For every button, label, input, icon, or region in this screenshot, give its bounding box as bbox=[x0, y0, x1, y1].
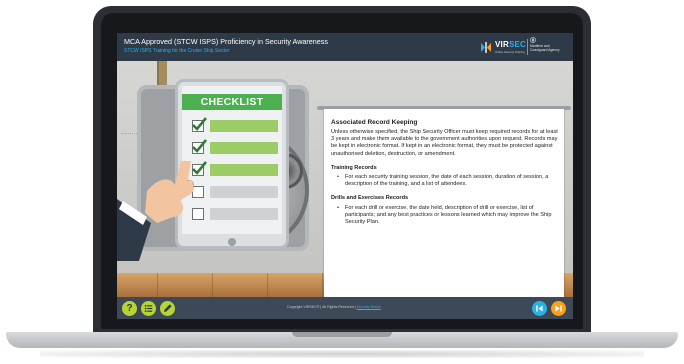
virsec-wordmark: VIRSEC bbox=[495, 40, 526, 49]
checkmark-icon bbox=[192, 139, 208, 153]
course-title: MCA Approved (STCW ISPS) Proficiency in … bbox=[124, 37, 328, 46]
floor-plank bbox=[212, 273, 213, 297]
next-slide-button[interactable] bbox=[551, 301, 566, 316]
security-notice-link[interactable]: Security Notice bbox=[357, 305, 381, 309]
course-screen: MCA Approved (STCW ISPS) Proficiency in … bbox=[117, 33, 573, 319]
virsec-mark-icon bbox=[481, 42, 491, 53]
checklist-item-bar bbox=[210, 186, 278, 198]
checklist-title: CHECKLIST bbox=[200, 96, 264, 108]
training-records-bullet: For each security training session, the … bbox=[331, 174, 559, 188]
course-subtitle: STCW ISPS Training for the Cruise Ship S… bbox=[124, 48, 230, 54]
board-content: Associated Record Keeping Unless otherwi… bbox=[331, 119, 559, 226]
virsec-tagline: Online Security Training bbox=[495, 50, 525, 54]
floor-plank bbox=[157, 273, 158, 297]
floor-plank bbox=[267, 273, 268, 297]
laptop-notch bbox=[292, 332, 392, 337]
hand-holding-tablet-icon bbox=[117, 161, 195, 261]
drills-records-bullet: For each drill or exercise, the date hel… bbox=[331, 205, 559, 227]
mca-agency-name: Maritime and Coastguard Agency bbox=[530, 44, 560, 53]
header-divider bbox=[527, 39, 528, 55]
menu-button[interactable] bbox=[141, 301, 156, 316]
list-menu-icon bbox=[144, 304, 153, 313]
checkmark-icon bbox=[192, 117, 208, 131]
pencil-icon bbox=[164, 304, 172, 312]
checklist-item-bar bbox=[210, 142, 278, 154]
checklist-item-bar bbox=[210, 164, 278, 176]
slide-stage: CHECKLIST Associated Record Keeping Unle… bbox=[117, 61, 573, 319]
floor-plank bbox=[322, 273, 323, 297]
tablet-home-button bbox=[228, 238, 236, 246]
skip-forward-icon bbox=[555, 305, 562, 312]
checklist-item-bar bbox=[210, 208, 278, 220]
ceiling-pipe bbox=[157, 61, 167, 87]
skip-back-icon bbox=[536, 305, 543, 312]
laptop-shadow bbox=[40, 350, 644, 358]
help-button[interactable]: ? bbox=[122, 301, 137, 316]
mca-crest-icon bbox=[530, 37, 536, 43]
course-header: MCA Approved (STCW ISPS) Proficiency in … bbox=[117, 33, 573, 61]
board-heading: Associated Record Keeping bbox=[331, 119, 418, 126]
course-footer: ? Copyright VIRSEC® | All Rights Reserve… bbox=[117, 297, 573, 319]
previous-slide-button[interactable] bbox=[532, 301, 547, 316]
notes-button[interactable] bbox=[160, 301, 175, 316]
copyright-text: Copyright VIRSEC® | All Rights Reserved … bbox=[287, 305, 381, 309]
virsec-logo: VIRSEC Online Security Training bbox=[479, 39, 526, 56]
training-records-heading: Training Records bbox=[331, 164, 377, 171]
drills-records-heading: Drills and Exercises Records bbox=[331, 195, 409, 202]
checklist-item-bar bbox=[210, 120, 278, 132]
board-intro: Unless otherwise specified, the Ship Sec… bbox=[331, 129, 558, 157]
